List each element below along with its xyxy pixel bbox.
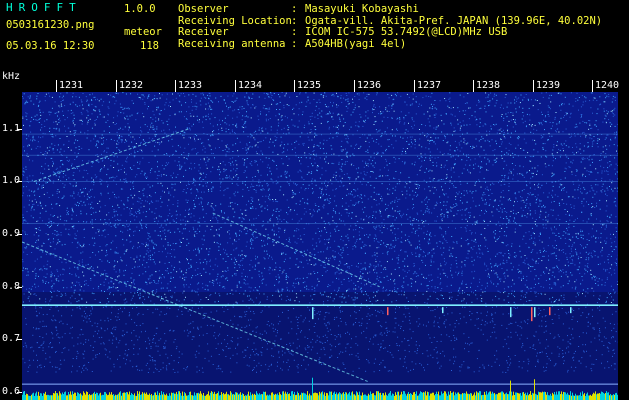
time-tick-label: 1233 [178,80,203,91]
app-version: 1.0.0 [124,3,156,15]
info-key: Receiving antenna [178,38,286,51]
station-info: Observer: Masayuki Kobayashi Receiving Lo… [178,3,602,51]
file-name: 0503161230.png [6,19,95,31]
meteor-echo [570,307,572,314]
spectrogram-plot [22,92,618,400]
time-tick [414,80,415,92]
info-value: Masayuki Kobayashi [305,3,419,15]
time-tick-label: 1235 [297,80,322,91]
y-axis-unit: kHz [2,71,21,82]
time-tick-label: 1234 [238,80,263,91]
time-tick [533,80,534,92]
info-key: Observer [178,3,229,15]
meteor-echo [510,307,512,318]
info-row-observer: Observer: Masayuki Kobayashi [178,3,419,15]
spectrogram-canvas [22,92,618,400]
meteor-echo [387,307,389,316]
info-value: A504HB(yagi 4el) [305,38,407,51]
meteor-echo [534,307,536,318]
meteor-count: 118 [140,40,159,52]
time-tick [473,80,474,92]
time-tick-label: 1231 [59,80,84,91]
time-tick-label: 1239 [536,80,561,91]
time-axis: 1231 1232 1233 1234 1235 1236 1237 1238 1239 1240 [22,80,629,92]
time-tick-label: 1238 [476,80,501,91]
time-tick-label: 1236 [357,80,382,91]
capture-datetime: 05.03.16 12:30 [6,40,95,52]
time-tick-label: 1240 [595,80,620,91]
meteor-echo [549,307,551,316]
meteor-echo [442,307,444,314]
info-row-antenna: Receiving antenna: A504HB(yagi 4el) [178,38,407,51]
time-tick [116,80,117,92]
time-tick [354,80,355,92]
time-tick [235,80,236,92]
time-tick [592,80,593,92]
time-tick-label: 1232 [119,80,144,91]
meteor-echo [531,307,533,322]
time-tick-label: 1237 [417,80,442,91]
time-tick [294,80,295,92]
app-title: HROFFT [6,1,82,14]
meteor-echo [312,307,314,320]
meteor-label: meteor [124,26,162,38]
time-tick [56,80,57,92]
time-tick [175,80,176,92]
